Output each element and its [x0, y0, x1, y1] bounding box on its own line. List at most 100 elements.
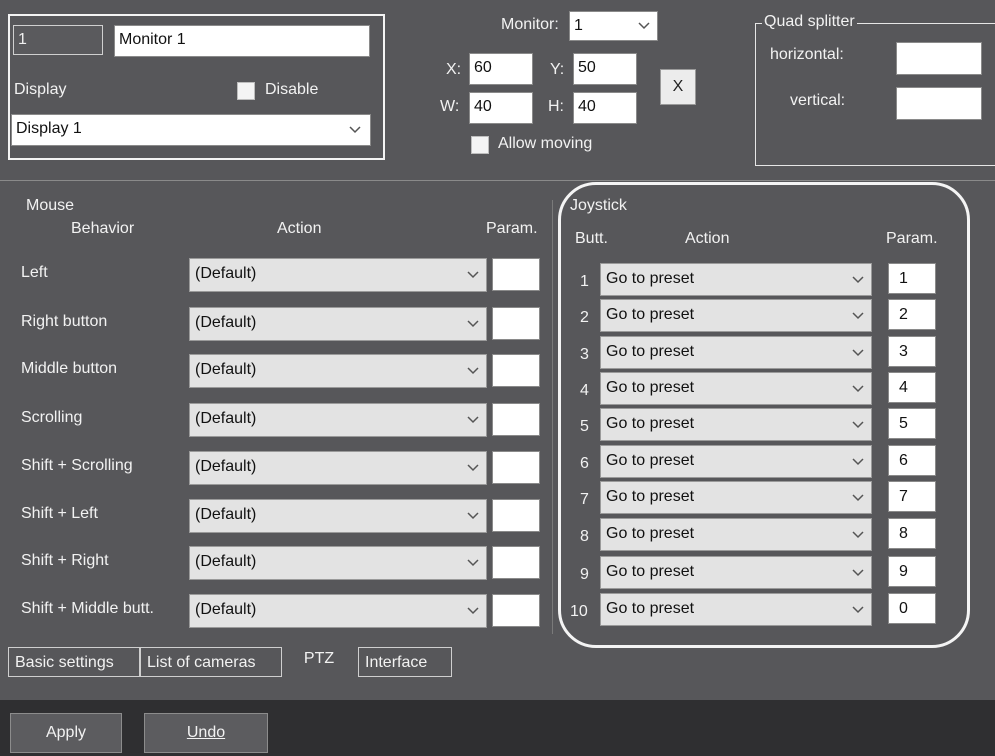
- mouse-behavior-label: Shift + Middle butt.: [21, 600, 154, 617]
- allow-moving-checkbox[interactable]: [471, 136, 489, 154]
- mouse-behavior-label: Left: [21, 264, 48, 281]
- x-label: X:: [446, 61, 462, 78]
- h-field[interactable]: 40: [573, 92, 637, 124]
- y-label: Y:: [550, 61, 565, 78]
- mouse-action-select[interactable]: (Default): [189, 307, 487, 341]
- joystick-param-field[interactable]: 7: [888, 481, 936, 512]
- mouse-param-header: Param.: [486, 220, 538, 237]
- chevron-down-icon: [466, 259, 480, 291]
- display-select-value: Display 1: [16, 120, 82, 137]
- chevron-down-icon: [851, 300, 865, 331]
- joystick-param-field[interactable]: 2: [888, 299, 936, 330]
- display-select[interactable]: Display 1: [11, 114, 371, 146]
- tab-list-of-cameras[interactable]: List of cameras: [140, 647, 282, 677]
- mouse-action-select[interactable]: (Default): [189, 354, 487, 388]
- joystick-action-select[interactable]: Go to preset: [600, 408, 872, 441]
- chevron-down-icon: [851, 519, 865, 550]
- joystick-param-field[interactable]: 4: [888, 372, 936, 403]
- joystick-action-select[interactable]: Go to preset: [600, 372, 872, 405]
- joystick-action-select[interactable]: Go to preset: [600, 263, 872, 296]
- horizontal-field[interactable]: [896, 42, 982, 75]
- joystick-action-value: Go to preset: [606, 306, 695, 323]
- joystick-button-number: 7: [580, 491, 589, 508]
- joystick-button-number: 1: [580, 273, 589, 290]
- joystick-button-number: 10: [570, 603, 588, 620]
- mouse-action-select[interactable]: (Default): [189, 499, 487, 533]
- monitor-select-value: 1: [574, 17, 583, 34]
- mouse-behavior-label: Shift + Left: [21, 505, 98, 522]
- disable-label: Disable: [265, 81, 319, 98]
- undo-button[interactable]: Undo: [144, 713, 268, 753]
- w-label: W:: [440, 98, 460, 115]
- w-field[interactable]: 40: [469, 92, 533, 124]
- monitor-label: Monitor:: [501, 16, 559, 33]
- mouse-action-value: (Default): [195, 265, 257, 282]
- tab-ptz[interactable]: PTZ: [282, 644, 356, 674]
- mouse-action-value: (Default): [195, 314, 257, 331]
- clear-position-button[interactable]: X: [660, 69, 696, 105]
- mouse-action-value: (Default): [195, 458, 257, 475]
- apply-button[interactable]: Apply: [10, 713, 122, 753]
- joystick-param-field[interactable]: 8: [888, 518, 936, 549]
- undo-label: Undo: [186, 724, 226, 741]
- tab-basic-settings[interactable]: Basic settings: [8, 647, 140, 677]
- mouse-action-value: (Default): [195, 361, 257, 378]
- mouse-param-field[interactable]: [492, 594, 540, 627]
- mouse-action-select[interactable]: (Default): [189, 403, 487, 437]
- tab-interface[interactable]: Interface: [358, 647, 452, 677]
- joystick-param-header: Param.: [886, 230, 938, 247]
- mouse-behavior-label: Middle button: [21, 360, 118, 377]
- horizontal-label: horizontal:: [770, 46, 844, 63]
- vertical-field[interactable]: [896, 87, 982, 120]
- joystick-param-field[interactable]: 5: [888, 408, 936, 439]
- chevron-down-icon: [851, 264, 865, 295]
- mouse-action-value: (Default): [195, 601, 257, 618]
- joystick-param-field[interactable]: 0: [888, 593, 936, 624]
- vertical-divider: [552, 200, 553, 634]
- y-field[interactable]: 50: [573, 53, 637, 85]
- chevron-down-icon: [851, 373, 865, 404]
- mouse-param-field[interactable]: [492, 403, 540, 436]
- mouse-action-select[interactable]: (Default): [189, 258, 487, 292]
- mouse-param-field[interactable]: [492, 258, 540, 291]
- mouse-action-value: (Default): [195, 506, 257, 523]
- joystick-button-number: 4: [580, 382, 589, 399]
- disable-checkbox[interactable]: [237, 82, 255, 100]
- mouse-action-select[interactable]: (Default): [189, 594, 487, 628]
- chevron-down-icon: [466, 404, 480, 436]
- mouse-param-field[interactable]: [492, 499, 540, 532]
- joystick-action-select[interactable]: Go to preset: [600, 336, 872, 369]
- joystick-action-value: Go to preset: [606, 525, 695, 542]
- joystick-action-select[interactable]: Go to preset: [600, 445, 872, 478]
- chevron-down-icon: [851, 337, 865, 368]
- joystick-param-field[interactable]: 6: [888, 445, 936, 476]
- mouse-param-field[interactable]: [492, 546, 540, 579]
- chevron-down-icon: [851, 594, 865, 625]
- joystick-action-select[interactable]: Go to preset: [600, 299, 872, 332]
- chevron-down-icon: [466, 355, 480, 387]
- joystick-button-number: 8: [580, 528, 589, 545]
- joystick-action-value: Go to preset: [606, 343, 695, 360]
- x-field[interactable]: 60: [469, 53, 533, 85]
- monitor-name-field[interactable]: Monitor 1: [114, 25, 370, 57]
- chevron-down-icon: [851, 482, 865, 513]
- mouse-param-field[interactable]: [492, 354, 540, 387]
- monitor-select[interactable]: 1: [569, 11, 658, 41]
- joystick-param-field[interactable]: 9: [888, 556, 936, 587]
- joystick-action-value: Go to preset: [606, 563, 695, 580]
- mouse-action-header: Action: [277, 220, 322, 237]
- joystick-action-select[interactable]: Go to preset: [600, 518, 872, 551]
- quad-splitter-title: Quad splitter: [762, 13, 857, 31]
- joystick-param-field[interactable]: 1: [888, 263, 936, 294]
- monitor-id-field[interactable]: 1: [13, 25, 103, 55]
- mouse-action-select[interactable]: (Default): [189, 451, 487, 485]
- joystick-action-select[interactable]: Go to preset: [600, 556, 872, 589]
- mouse-action-select[interactable]: (Default): [189, 546, 487, 580]
- mouse-param-field[interactable]: [492, 451, 540, 484]
- mouse-param-field[interactable]: [492, 307, 540, 340]
- mouse-title: Mouse: [26, 197, 75, 214]
- joystick-action-select[interactable]: Go to preset: [600, 593, 872, 626]
- joystick-param-field[interactable]: 3: [888, 336, 936, 367]
- joystick-action-select[interactable]: Go to preset: [600, 481, 872, 514]
- joystick-button-number: 2: [580, 309, 589, 326]
